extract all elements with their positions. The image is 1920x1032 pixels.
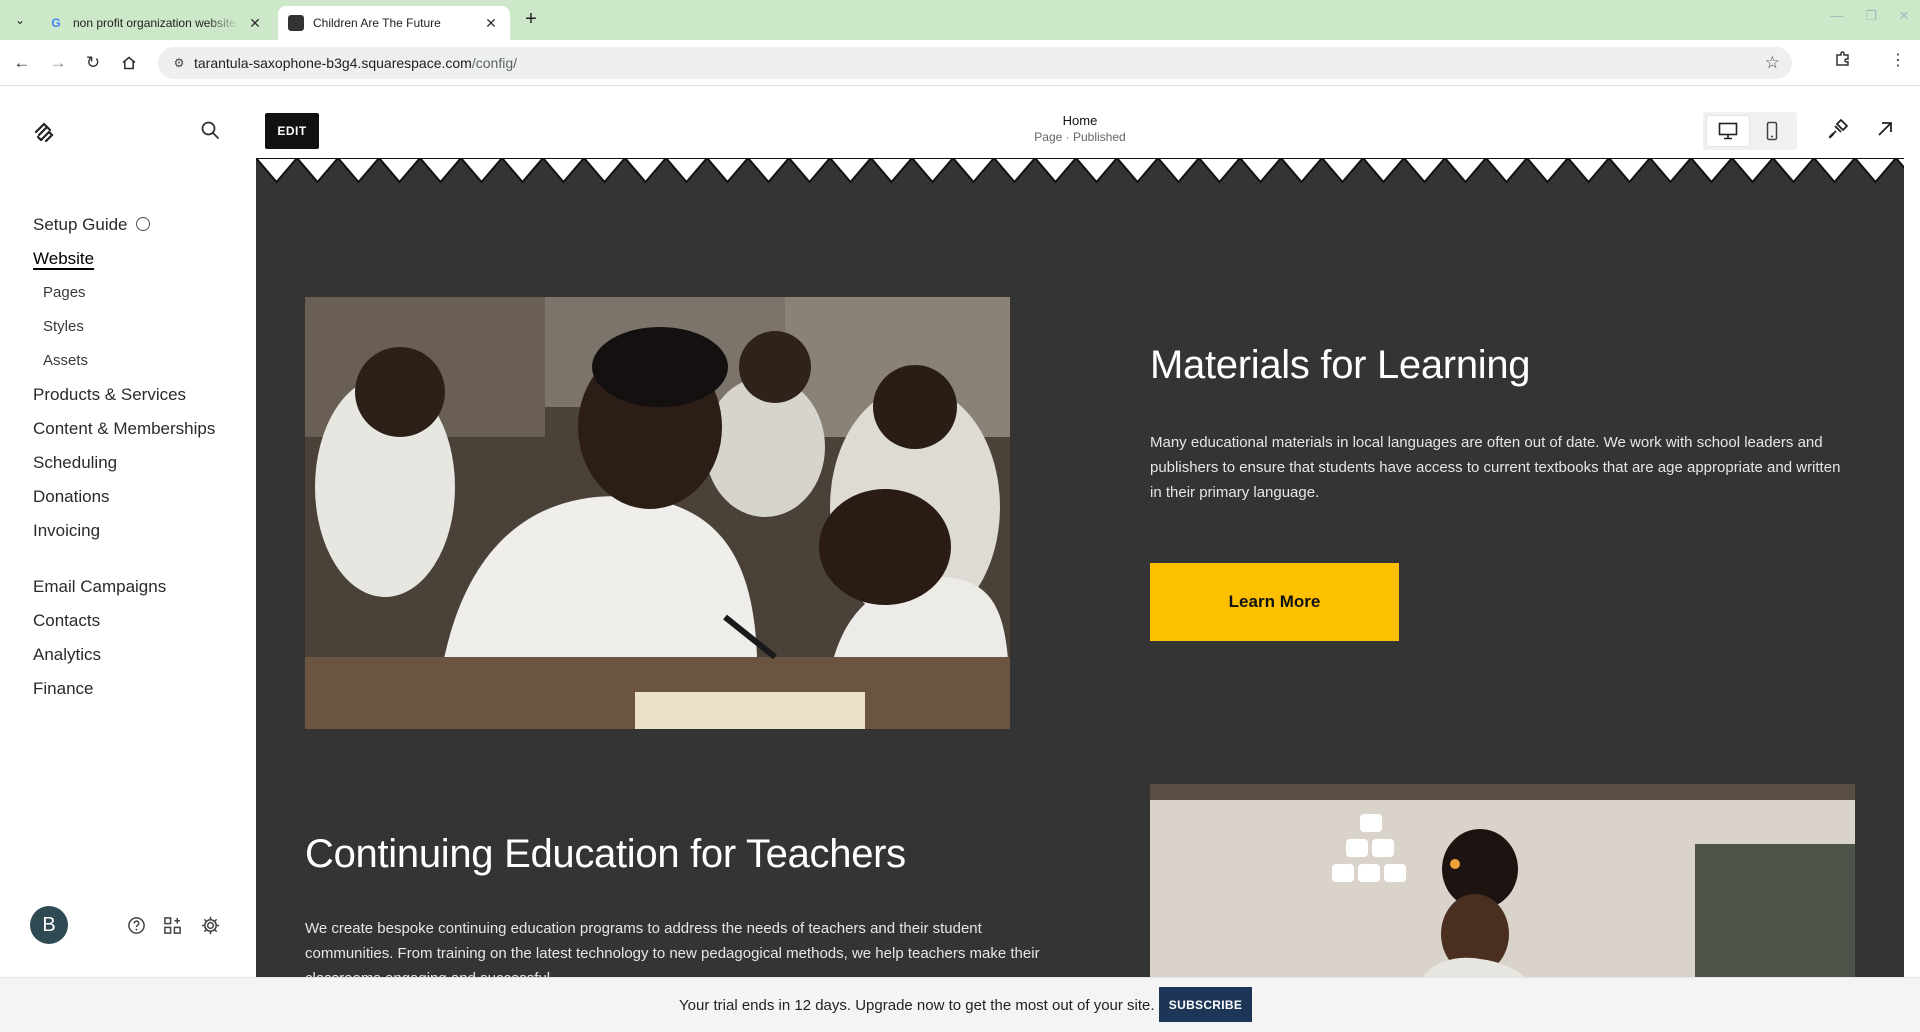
sidebar-item-scheduling[interactable]: Scheduling xyxy=(33,446,215,480)
tab-title: non profit organization website xyxy=(73,16,236,30)
sidebar-item-email-campaigns[interactable]: Email Campaigns xyxy=(33,570,215,604)
forward-arrow-icon[interactable]: → xyxy=(45,50,71,76)
tab-search-chevron-icon[interactable]: ⌄ xyxy=(8,8,32,32)
address-bar[interactable]: ⚙ tarantula-saxophone-b3g4.squarespace.c… xyxy=(158,47,1792,79)
sidebar-item-styles[interactable]: Styles xyxy=(33,310,215,344)
sidebar-item-products-services[interactable]: Products & Services xyxy=(33,378,215,412)
trial-banner: Your trial ends in 12 days. Upgrade now … xyxy=(0,977,1920,1032)
bookmark-star-icon[interactable]: ☆ xyxy=(1765,53,1780,73)
restore-window-icon[interactable]: ❐ xyxy=(1861,8,1881,24)
sidebar-item-analytics[interactable]: Analytics xyxy=(33,638,215,672)
search-icon[interactable] xyxy=(200,120,222,142)
subscribe-button[interactable]: SUBSCRIBE xyxy=(1159,987,1252,1022)
new-tab-plus-icon[interactable]: + xyxy=(520,9,542,31)
sidebar-item-pages[interactable]: Pages xyxy=(33,276,215,310)
sidebar-item-donations[interactable]: Donations xyxy=(33,480,215,514)
desktop-view-icon[interactable] xyxy=(1707,116,1749,146)
page-info: Home Page · Published xyxy=(256,113,1904,144)
site-preview-frame: EDIT Home Page · Published Materials for… xyxy=(256,100,1904,977)
design-brush-icon[interactable] xyxy=(1826,117,1850,141)
reload-icon[interactable]: ↻ xyxy=(80,50,106,76)
teachers-description: We create bespoke continuing education p… xyxy=(305,920,1040,977)
sidebar-item-assets[interactable]: Assets xyxy=(33,344,215,378)
home-icon[interactable] xyxy=(116,50,142,76)
tab-non-profit-search[interactable]: G non profit organization website ✕ xyxy=(38,6,274,40)
extensions-puzzle-icon[interactable] xyxy=(1830,50,1856,73)
classroom-girl-photo xyxy=(1150,784,1855,977)
mobile-view-icon[interactable] xyxy=(1751,116,1793,146)
zigzag-divider xyxy=(256,158,1904,184)
device-view-toggle xyxy=(1703,112,1797,150)
materials-heading: Materials for Learning xyxy=(1150,343,1531,387)
progress-ring-icon xyxy=(135,216,150,231)
squarespace-logo-icon[interactable] xyxy=(32,120,56,144)
sidebar-item-finance[interactable]: Finance xyxy=(33,672,215,706)
account-avatar[interactable]: B xyxy=(30,906,68,944)
close-tab-icon[interactable]: ✕ xyxy=(246,14,264,32)
learn-more-button[interactable]: Learn More xyxy=(1150,563,1399,641)
minimize-window-icon[interactable]: — xyxy=(1827,8,1847,23)
browser-tab-bar: ⌄ G non profit organization website ✕ Ch… xyxy=(0,0,1920,40)
sidebar-item-setup-guide[interactable]: Setup Guide xyxy=(33,208,215,242)
page-status: Page · Published xyxy=(1034,130,1126,144)
trial-message: Your trial ends in 12 days. Upgrade now … xyxy=(679,997,1155,1014)
sidebar-item-invoicing[interactable]: Invoicing xyxy=(33,514,215,548)
page-name: Home xyxy=(1062,113,1098,128)
sidebar-item-contacts[interactable]: Contacts xyxy=(33,604,215,638)
back-arrow-icon[interactable]: ← xyxy=(9,50,35,76)
settings-gear-icon[interactable] xyxy=(199,914,221,936)
squarespace-sidebar: Setup Guide Website Pages Styles Assets … xyxy=(0,86,256,977)
url-text: tarantula-saxophone-b3g4.squarespace.com… xyxy=(194,55,517,71)
site-info-icon[interactable]: ⚙ xyxy=(164,56,194,70)
tab-children-are-the-future[interactable]: Children Are The Future ✕ xyxy=(278,6,510,40)
menu-spacer xyxy=(33,548,215,570)
tab-title: Children Are The Future xyxy=(313,16,441,30)
apps-grid-icon[interactable] xyxy=(161,914,183,936)
browser-menu-icon[interactable]: ⋮ xyxy=(1885,50,1911,70)
close-tab-icon[interactable]: ✕ xyxy=(482,14,500,32)
close-window-icon[interactable]: ✕ xyxy=(1894,8,1914,24)
squarespace-favicon-icon xyxy=(288,15,304,31)
editor-top-bar: EDIT Home Page · Published xyxy=(256,100,1904,158)
help-icon[interactable] xyxy=(125,914,147,936)
materials-description: Many educational materials in local lang… xyxy=(1150,434,1841,501)
students-writing-photo xyxy=(305,297,1010,729)
teachers-heading: Continuing Education for Teachers xyxy=(305,832,906,876)
sidebar-item-content-memberships[interactable]: Content & Memberships xyxy=(33,412,215,446)
google-icon: G xyxy=(51,16,61,30)
open-site-arrow-icon[interactable] xyxy=(1873,117,1897,141)
sidebar-item-website[interactable]: Website xyxy=(33,242,215,276)
sidebar-menu: Setup Guide Website Pages Styles Assets … xyxy=(33,208,215,706)
sidebar-footer: B xyxy=(30,906,230,946)
browser-toolbar: ← → ↻ ⚙ tarantula-saxophone-b3g4.squares… xyxy=(0,40,1920,86)
